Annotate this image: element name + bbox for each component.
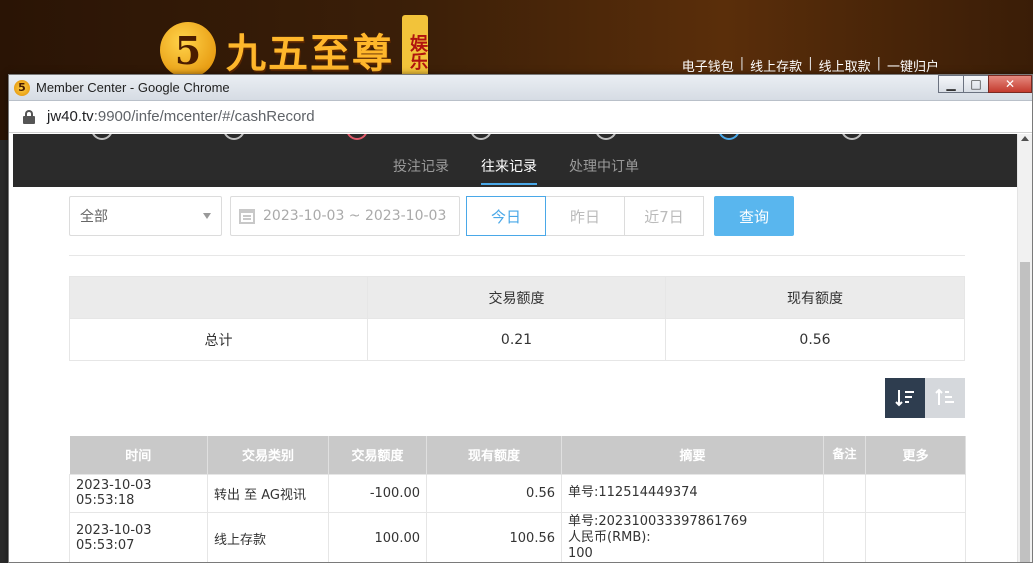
record-note [823, 511, 866, 562]
top-link-separator: | [739, 56, 745, 71]
sort-asc-button[interactable] [925, 378, 965, 418]
section-divider [69, 255, 965, 256]
record-summary-line: 100 [568, 546, 593, 561]
scroll-thumb[interactable] [1020, 262, 1030, 562]
type-select-value: 全部 [80, 209, 108, 225]
url-text[interactable]: jw40.tv:9900/infe/mcenter/#/cashRecord [47, 108, 315, 125]
record-balance: 100.56 [426, 511, 562, 562]
url-path: :9900/infe/mcenter/#/cashRecord [93, 108, 315, 125]
maximize-button[interactable]: □ [963, 75, 989, 93]
logo-text: 九五至尊 [226, 30, 394, 77]
top-link-consolidate[interactable]: 一键归户 [887, 56, 939, 75]
url-host: jw40.tv [47, 108, 94, 125]
nav-icon[interactable] [718, 134, 740, 140]
date-range-value: 2023-10-03 ~ 2023-10-03 [263, 208, 447, 224]
date-range-input[interactable]: 2023-10-03 ~ 2023-10-03 [230, 196, 460, 236]
summary-total-row: 总计 0.21 0.56 [69, 318, 965, 361]
site-logo[interactable]: 5 九五至尊 娱乐 [160, 15, 428, 85]
record-amount: 100.00 [328, 511, 427, 562]
today-button[interactable]: 今日 [466, 196, 546, 236]
nav-icon[interactable] [346, 134, 368, 140]
table-row[interactable]: 2023-10-03 05:53:07 线上存款 100.00 100.56 单… [69, 511, 966, 562]
window-title: Member Center - Google Chrome [36, 80, 230, 95]
table-row[interactable]: 2023-10-03 05:53:18 转出 至 AG视讯 -100.00 0.… [69, 473, 966, 513]
lock-icon[interactable] [23, 109, 35, 124]
top-link-deposit[interactable]: 线上存款 [750, 56, 802, 75]
summary-total-balance: 0.56 [665, 318, 965, 361]
record-more[interactable] [865, 473, 966, 513]
column-header-amount[interactable]: 交易额度 [328, 436, 427, 474]
record-amount: -100.00 [328, 473, 427, 513]
summary-total-amount: 0.21 [367, 318, 666, 361]
record-balance: 0.56 [426, 473, 562, 513]
record-tabs: 投注记录 往来记录 处理中订单 [13, 156, 1019, 185]
logo-mark: 5 [160, 22, 216, 78]
nav-icon[interactable] [91, 134, 113, 140]
last-7-days-button[interactable]: 近7日 [624, 196, 704, 236]
chrome-window: 5 Member Center - Google Chrome ▁ □ ✕ jw… [8, 74, 1033, 563]
nav-icon[interactable] [470, 134, 492, 140]
page-viewport: 投注记录 往来记录 处理中订单 全部 2023-10-03 ~ 2023-10-… [9, 134, 1019, 562]
quick-range-group: 今日 昨日 近7日 [466, 196, 704, 236]
column-header-category[interactable]: 交易类别 [207, 436, 329, 474]
column-header-time[interactable]: 时间 [69, 436, 208, 474]
records-header-row: 时间 交易类别 交易额度 现有额度 摘要 备注 更多 [69, 436, 966, 474]
nav-icon[interactable] [595, 134, 617, 140]
record-note [823, 473, 866, 513]
record-summary: 单号:112514449374 [561, 473, 824, 513]
column-header-summary[interactable]: 摘要 [561, 436, 824, 474]
record-time: 2023-10-03 05:53:07 [69, 511, 208, 562]
record-more[interactable] [865, 511, 966, 562]
record-time: 2023-10-03 05:53:18 [69, 473, 208, 513]
top-link-separator: | [808, 56, 813, 71]
site-top-links: 电子钱包 | 线上存款 | 线上取款 | 一键归户 [682, 56, 939, 75]
top-link-wallet[interactable]: 电子钱包 [682, 56, 734, 75]
window-controls: ▁ □ ✕ [938, 75, 1032, 93]
record-summary-line: 人民币(RMB): [568, 530, 651, 545]
summary-table: 交易额度 现有额度 总计 0.21 0.56 [69, 276, 965, 361]
yesterday-button[interactable]: 昨日 [545, 196, 625, 236]
tab-bet-records[interactable]: 投注记录 [393, 156, 449, 184]
summary-header-balance: 现有额度 [665, 276, 965, 319]
top-link-separator: | [876, 56, 881, 71]
sort-toggle [885, 378, 965, 418]
column-header-balance[interactable]: 现有额度 [426, 436, 562, 474]
nav-icon-row [13, 134, 1019, 142]
sort-descending-icon [895, 390, 914, 407]
record-category: 转出 至 AG视讯 [207, 473, 329, 513]
chevron-down-icon [203, 213, 211, 219]
record-category: 线上存款 [207, 511, 329, 562]
top-link-withdraw[interactable]: 线上取款 [819, 56, 871, 75]
sort-ascending-icon [935, 388, 954, 405]
nav-icon[interactable] [223, 134, 245, 140]
close-button[interactable]: ✕ [988, 75, 1032, 93]
tab-pending-orders[interactable]: 处理中订单 [569, 156, 639, 184]
record-summary-line: 单号:202310033397861769 [568, 514, 748, 529]
column-header-note[interactable]: 备注 [823, 436, 866, 474]
member-nav-bar: 投注记录 往来记录 处理中订单 [13, 134, 1019, 187]
summary-header-amount: 交易额度 [367, 276, 666, 319]
summary-header-blank [69, 276, 368, 319]
search-button[interactable]: 查询 [714, 196, 794, 236]
sort-desc-button[interactable] [885, 378, 925, 418]
window-titlebar[interactable]: 5 Member Center - Google Chrome ▁ □ ✕ [9, 75, 1032, 101]
filter-bar: 全部 2023-10-03 ~ 2023-10-03 今日 昨日 近7日 查询 [69, 196, 794, 236]
address-bar[interactable]: jw40.tv:9900/infe/mcenter/#/cashRecord [9, 101, 1032, 133]
minimize-button[interactable]: ▁ [938, 75, 964, 93]
record-summary-line: 单号:112514449374 [568, 485, 698, 500]
column-header-more[interactable]: 更多 [865, 436, 966, 474]
vertical-scrollbar[interactable] [1017, 134, 1032, 562]
app-logo-icon: 5 [14, 79, 30, 96]
scroll-up-icon[interactable] [1021, 136, 1029, 141]
record-summary: 单号:202310033397861769 人民币(RMB): 100 [561, 511, 824, 562]
tab-cash-records[interactable]: 往来记录 [481, 156, 537, 185]
cash-records-table: 时间 交易类别 交易额度 现有额度 摘要 备注 更多 2023-10-03 05… [69, 436, 966, 562]
nav-icon[interactable] [841, 134, 863, 140]
summary-total-label: 总计 [69, 318, 368, 361]
summary-header-row: 交易额度 现有额度 [69, 276, 965, 319]
calendar-icon [239, 208, 255, 224]
type-select[interactable]: 全部 [69, 196, 222, 236]
